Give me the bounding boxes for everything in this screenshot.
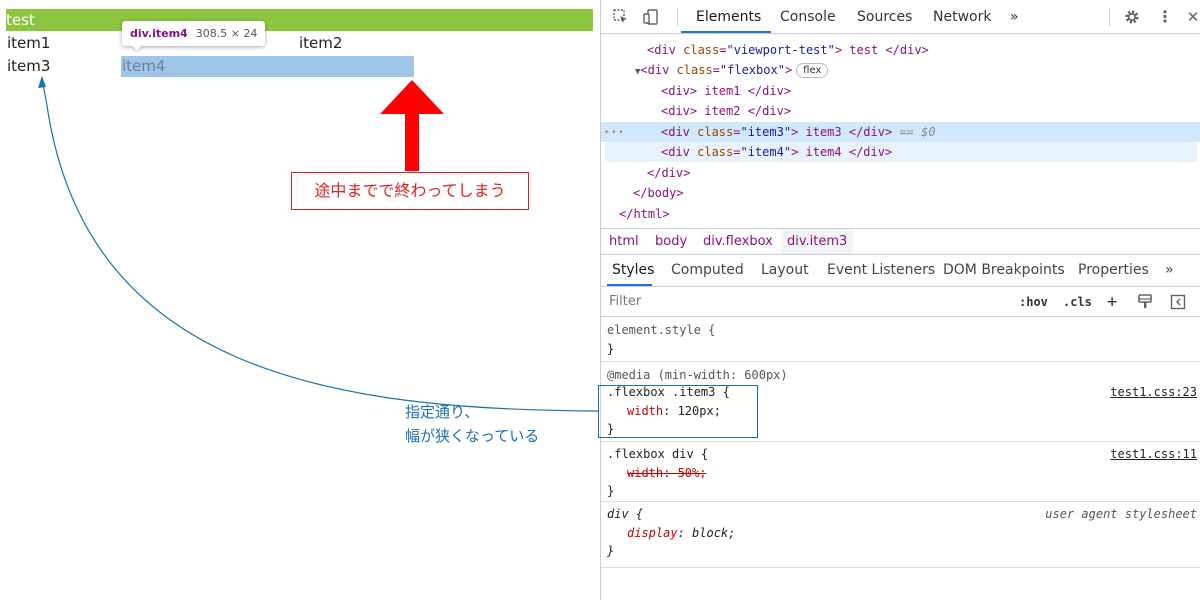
tooltip-dimensions: 308.5 × 24 bbox=[195, 27, 258, 40]
blue-note-line2: 幅が狭くなっている bbox=[405, 427, 540, 445]
rendered-page: test item1 item2 item3 item4 div.item4 30… bbox=[0, 0, 600, 600]
devtools-panel: Elements Console Sources Network » ⋮ ✕ <… bbox=[600, 0, 1200, 600]
dom-tree: <div class="viewport-test"> test </div> … bbox=[601, 36, 1200, 228]
tab-network[interactable]: Network bbox=[933, 0, 991, 33]
tab-layout[interactable]: Layout bbox=[761, 255, 809, 286]
dom-line-item3-selected[interactable]: ··· <div class="item3"> item3 </div> == … bbox=[601, 122, 1200, 142]
tab-elements[interactable]: Elements bbox=[696, 0, 761, 33]
active-tab-indicator bbox=[681, 31, 771, 33]
ua-stylesheet-label: user agent stylesheet bbox=[1045, 507, 1197, 521]
annotation-red-note: 途中までで終わってしまう bbox=[291, 172, 529, 210]
hov-button[interactable]: :hov bbox=[1019, 292, 1048, 312]
dom-line-item1[interactable]: <div> item1 </div> bbox=[661, 81, 791, 101]
dom-line-item4[interactable]: <div class="item4"> item4 </div> bbox=[605, 142, 1197, 162]
tooltip-tag: div.item4 bbox=[130, 27, 188, 40]
rule-element-style[interactable]: element.style { } bbox=[601, 318, 1200, 362]
item1-text: item1 bbox=[7, 34, 51, 52]
filter-input[interactable]: Filter bbox=[609, 293, 641, 311]
decl-width-50-overridden[interactable]: width: 50%; bbox=[627, 464, 706, 482]
cls-button[interactable]: .cls bbox=[1063, 292, 1092, 312]
breadcrumb-body[interactable]: body bbox=[655, 229, 687, 254]
tooltip-caret bbox=[131, 45, 143, 51]
media-query: @media (min-width: 600px) bbox=[607, 368, 788, 382]
devtools-toolbar: Elements Console Sources Network » ⋮ ✕ bbox=[601, 0, 1200, 34]
tab-computed[interactable]: Computed bbox=[671, 255, 744, 286]
rule-flexbox-div[interactable]: .flexbox div { test1.css:11 width: 50%; … bbox=[601, 442, 1200, 502]
annotation-blue-note: 指定通り、 幅が狭くなっている bbox=[405, 400, 539, 448]
styles-subtabs: Styles Computed Layout Event Listeners D… bbox=[601, 255, 1200, 287]
source-link-div[interactable]: test1.css:11 bbox=[1110, 445, 1197, 463]
tab-console[interactable]: Console bbox=[780, 0, 836, 33]
dom-line-close-div[interactable]: </div> bbox=[647, 163, 690, 183]
breadcrumb: html body div.flexbox div.item3 bbox=[601, 228, 1200, 255]
kebab-menu-icon[interactable]: ⋮ bbox=[1157, 9, 1173, 25]
styles-filter-bar: Filter :hov .cls + bbox=[601, 287, 1200, 317]
breadcrumb-html[interactable]: html bbox=[609, 229, 639, 254]
selector-ua-div: div { bbox=[607, 507, 644, 521]
inspect-element-icon[interactable] bbox=[613, 9, 629, 25]
flex-badge[interactable]: flex bbox=[796, 63, 829, 78]
dom-line-flexbox[interactable]: ▼<div class="flexbox"> flex bbox=[635, 60, 829, 80]
item4-text: item4 bbox=[122, 57, 166, 75]
sidebar-toggle-icon[interactable] bbox=[1170, 294, 1186, 310]
active-subtab-indicator bbox=[607, 284, 652, 286]
tab-styles[interactable]: Styles bbox=[612, 255, 654, 286]
dom-line-close-body[interactable]: </body> bbox=[633, 183, 684, 203]
dom-line-viewport-test[interactable]: <div class="viewport-test"> test </div> bbox=[647, 40, 929, 60]
new-rule-button[interactable]: + bbox=[1107, 292, 1117, 312]
dom-line-close-html[interactable]: </html> bbox=[619, 204, 670, 224]
tab-sources[interactable]: Sources bbox=[857, 0, 912, 33]
paint-icon[interactable] bbox=[1137, 294, 1153, 310]
toolbar-separator-2 bbox=[1109, 8, 1110, 26]
tab-properties[interactable]: Properties bbox=[1078, 255, 1149, 286]
toolbar-separator bbox=[677, 8, 678, 26]
decl-display-block: display: block; bbox=[627, 526, 736, 540]
breadcrumb-flexbox[interactable]: div.flexbox bbox=[703, 229, 773, 254]
item3-text: item3 bbox=[7, 57, 51, 75]
viewport-test-banner: test bbox=[6, 9, 593, 31]
gear-icon[interactable] bbox=[1124, 9, 1140, 25]
item2-text: item2 bbox=[299, 34, 343, 52]
more-subtabs-button[interactable]: » bbox=[1165, 255, 1174, 286]
device-toolbar-icon[interactable] bbox=[643, 9, 659, 25]
rule-highlight-box bbox=[598, 385, 758, 438]
tab-dom-breakpoints[interactable]: DOM Breakpoints bbox=[943, 255, 1065, 286]
dom-line-item2[interactable]: <div> item2 </div> bbox=[661, 101, 791, 121]
source-link-item3[interactable]: test1.css:23 bbox=[1110, 383, 1197, 401]
rule-user-agent-div[interactable]: div { user agent stylesheet display: blo… bbox=[601, 502, 1200, 568]
element-tooltip: div.item4 308.5 × 24 bbox=[122, 21, 266, 46]
more-tabs-button[interactable]: » bbox=[1010, 0, 1019, 33]
blue-note-line1: 指定通り、 bbox=[405, 403, 480, 421]
close-icon[interactable]: ✕ bbox=[1185, 9, 1200, 25]
breadcrumb-item3[interactable]: div.item3 bbox=[781, 229, 854, 254]
selector-flexbox-div: .flexbox div { bbox=[607, 447, 709, 461]
tab-event-listeners[interactable]: Event Listeners bbox=[827, 255, 935, 286]
